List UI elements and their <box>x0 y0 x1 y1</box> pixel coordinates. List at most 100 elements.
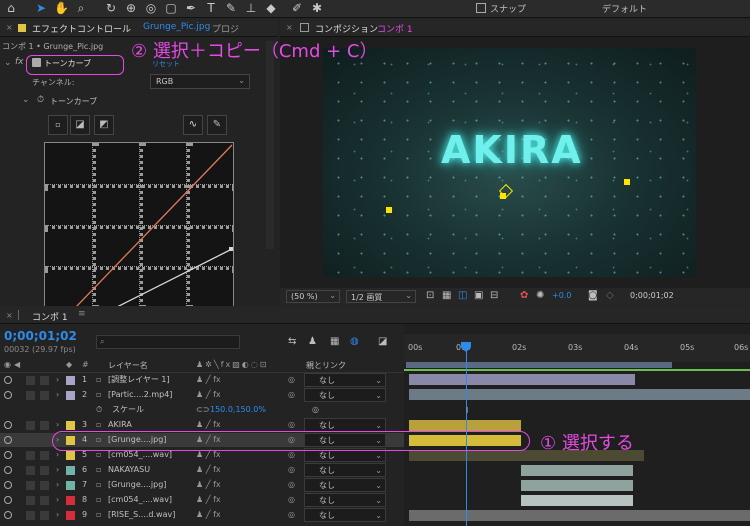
solo-toggle[interactable] <box>26 451 35 460</box>
expand-chevron-icon[interactable]: › <box>56 478 59 492</box>
transparency-grid-icon[interactable]: ▦ <box>442 290 451 301</box>
solo-toggle[interactable] <box>26 376 35 385</box>
layer-name[interactable]: [Grunge....jpg] <box>108 478 190 492</box>
layer-name[interactable]: [調整レイヤー 1] <box>108 373 190 387</box>
visibility-eye-icon[interactable] <box>4 466 12 474</box>
type-icon[interactable]: T <box>204 1 218 15</box>
brush-icon[interactable]: ✎ <box>224 1 238 15</box>
layer-name[interactable]: AKIRA <box>108 418 190 432</box>
solo-toggle[interactable] <box>26 511 35 520</box>
visibility-eye-icon[interactable] <box>4 511 12 519</box>
parent-select[interactable]: なし ⌄ <box>304 418 386 432</box>
pick-whip-icon[interactable]: ◎ <box>288 463 295 477</box>
pick-whip-icon[interactable]: ◎ <box>288 478 295 492</box>
roto-brush-icon[interactable]: ✐ <box>290 1 304 15</box>
pick-whip-icon[interactable]: ◎ <box>288 508 295 522</box>
composition-tab[interactable]: コンポジション <box>315 22 378 35</box>
project-tab[interactable]: プロジ <box>212 22 239 35</box>
comp-flowchart-icon[interactable]: ⇆ <box>288 336 296 347</box>
curve-channel-button[interactable]: ▫ <box>48 115 68 135</box>
workspace-label[interactable]: デフォルト <box>602 2 647 15</box>
composition-viewer[interactable]: AKIRA <box>323 48 696 277</box>
parent-select[interactable]: なし ⌄ <box>304 388 386 402</box>
channel-select[interactable]: RGB ⌄ <box>150 74 250 89</box>
motion-blur-icon[interactable]: ◍ <box>350 336 359 347</box>
table-row[interactable]: › 1 ▫ [調整レイヤー 1] ♟ ╱ fx ◎ なし ⌄ <box>0 373 404 387</box>
shy-layers-icon[interactable]: ♟ <box>308 336 317 347</box>
layer-switches-icons[interactable]: ♟ ╱ fx <box>196 478 221 492</box>
snapshot-camera-icon[interactable]: ◙ <box>588 290 598 301</box>
parent-link-header[interactable]: 親とリンク <box>306 360 346 371</box>
stopwatch-icon[interactable]: ⏱ <box>37 95 44 105</box>
lock-toggle[interactable] <box>40 421 49 430</box>
constrain-link-icon[interactable]: ⊂⊃ <box>196 403 209 417</box>
table-row[interactable]: › 8 ▫ [cm054_....wav] ♟ ╱ fx ◎ なし ⌄ <box>0 493 404 507</box>
solo-toggle[interactable] <box>26 496 35 505</box>
scrollbar[interactable] <box>266 41 274 249</box>
expression-pickwhip-icon[interactable]: ◎ <box>312 403 319 417</box>
exposure-value[interactable]: +0.0 <box>552 291 571 300</box>
visibility-eye-icon[interactable] <box>4 451 12 459</box>
stopwatch-icon[interactable]: ⏱ <box>96 403 102 417</box>
pen-icon[interactable]: ✒ <box>184 1 198 15</box>
layer-switches-icons[interactable]: ♟ ╱ fx <box>196 373 221 387</box>
graph-editor-icon[interactable]: ◪ <box>378 336 387 347</box>
scale-value[interactable]: 150.0,150.0% <box>210 403 266 417</box>
layer-switches-icons[interactable]: ♟ ╱ fx <box>196 463 221 477</box>
expand-chevron-icon[interactable]: › <box>56 388 59 402</box>
parent-select[interactable]: なし ⌄ <box>304 373 386 387</box>
label-color-swatch[interactable] <box>66 496 75 505</box>
curve-size-large-button[interactable]: ◩ <box>94 115 114 135</box>
label-color-swatch[interactable] <box>66 376 75 385</box>
chevron-down-icon[interactable]: ⌄ <box>4 58 12 68</box>
clone-stamp-icon[interactable]: ⊥ <box>244 1 258 15</box>
label-color-swatch[interactable] <box>66 511 75 520</box>
table-row[interactable]: › 9 ▫ [RISE_S....d.wav] ♟ ╱ fx ◎ なし ⌄ <box>0 508 404 522</box>
pick-whip-icon[interactable]: ◎ <box>288 373 295 387</box>
layer-name[interactable]: NAKAYASU <box>108 463 190 477</box>
frame-blending-icon[interactable]: ▦ <box>330 336 339 347</box>
camera-orbit-icon[interactable]: ⊕ <box>124 1 138 15</box>
layer-switches-icons[interactable]: ♟ ╱ fx <box>196 493 221 507</box>
parent-select[interactable]: なし ⌄ <box>304 493 386 507</box>
eraser-icon[interactable]: ◆ <box>264 1 278 15</box>
effect-controls-tab[interactable]: エフェクトコントロール <box>32 22 131 35</box>
fast-preview-icon[interactable]: ⊡ <box>426 290 434 301</box>
visibility-eye-icon[interactable] <box>4 421 12 429</box>
selection-arrow-icon[interactable]: ➤ <box>34 1 48 15</box>
keyframe-icon[interactable]: I <box>466 406 468 415</box>
grid-guides-icon[interactable]: ⊟ <box>490 290 498 301</box>
layer-switches-icons[interactable]: ♟ ╱ fx <box>196 508 221 522</box>
fx-icon[interactable]: fx <box>15 57 24 67</box>
expand-chevron-icon[interactable]: › <box>56 508 59 522</box>
label-color-swatch[interactable] <box>66 391 75 400</box>
visibility-eye-icon[interactable] <box>4 496 12 504</box>
timeline-timecode[interactable]: 0;00;01;02 <box>4 329 77 343</box>
visibility-eye-icon[interactable] <box>4 436 12 444</box>
time-ruler[interactable]: 00s 01s 02s 03s 04s 05s 06s <box>404 334 750 362</box>
color-channel-icon[interactable]: ✿ <box>520 290 528 301</box>
lock-toggle[interactable] <box>40 496 49 505</box>
label-color-swatch[interactable] <box>66 481 75 490</box>
lock-toggle[interactable] <box>40 481 49 490</box>
layer-bar-2[interactable] <box>409 389 750 400</box>
layer-name[interactable]: [RISE_S....d.wav] <box>108 508 190 522</box>
snap-checkbox[interactable] <box>476 3 486 13</box>
layer-name-header[interactable]: レイヤー名 <box>108 360 148 371</box>
visibility-eye-icon[interactable] <box>4 481 12 489</box>
layer-bar-6[interactable] <box>521 465 633 476</box>
puppet-pin-icon[interactable]: ✱ <box>310 1 324 15</box>
expand-chevron-icon[interactable]: › <box>56 418 59 432</box>
close-icon[interactable]: × <box>286 23 293 32</box>
layer-bar-9[interactable] <box>409 510 750 521</box>
lock-toggle[interactable] <box>40 466 49 475</box>
curves-chevron-icon[interactable]: ⌄ <box>22 95 30 105</box>
region-of-interest-icon[interactable]: ▣ <box>474 290 483 301</box>
rotate-icon[interactable]: ↻ <box>104 1 118 15</box>
layer-bar-1[interactable] <box>409 374 635 385</box>
zoom-select[interactable]: (50 %) ⌄ <box>286 290 340 303</box>
pencil-curve-button[interactable]: ✎ <box>207 115 227 135</box>
close-icon[interactable]: × <box>6 311 13 320</box>
layer-switches-icons[interactable]: ♟ ╱ fx <box>196 418 221 432</box>
home-icon[interactable]: ⌂ <box>4 1 18 15</box>
